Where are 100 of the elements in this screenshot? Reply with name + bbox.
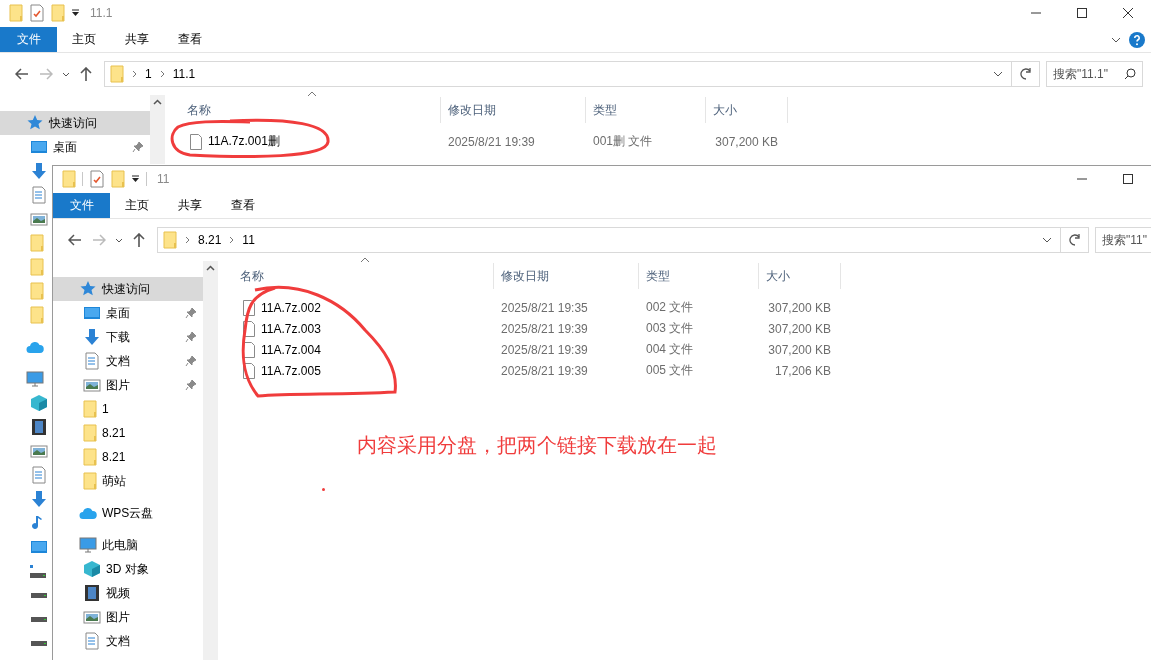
nav-item[interactable]: 1: [53, 397, 203, 421]
film-icon: [30, 418, 48, 436]
breadcrumb[interactable]: 11: [242, 233, 255, 247]
search-field[interactable]: 搜索"11.1": [1046, 61, 1143, 87]
annotation-note: 内容采用分盘，把两个链接下载放在一起: [357, 433, 717, 458]
ribbon-tab[interactable]: 共享: [163, 193, 216, 218]
drive-icon: [31, 640, 47, 646]
size-cell-text: 307,200 KB: [767, 342, 832, 357]
address-bar[interactable]: 1 11.1: [104, 61, 1012, 87]
nav-item[interactable]: 萌站: [53, 469, 203, 493]
file-name[interactable]: 11A.7z.002: [218, 299, 494, 316]
pin-icon[interactable]: [132, 141, 144, 153]
window-title: 11.1: [90, 5, 113, 20]
dropdown-icon[interactable]: [131, 174, 140, 183]
size-cell-text: 307,200 KB: [767, 321, 832, 336]
scroll-up-icon[interactable]: [206, 265, 215, 271]
nav-item[interactable]: 文档: [53, 349, 203, 373]
chevron-right-icon: [159, 70, 165, 78]
nav-item[interactable]: 桌面: [53, 301, 203, 325]
file-name[interactable]: 11A.7z.003: [218, 320, 494, 337]
column-header[interactable]: 修改日期: [494, 263, 639, 289]
maximize-icon[interactable]: [1077, 7, 1087, 18]
column-header[interactable]: 大小: [759, 263, 841, 289]
file-icon: [243, 341, 255, 358]
column-header[interactable]: 名称: [165, 97, 441, 123]
chevron-right-icon: [185, 236, 190, 244]
scrollbar[interactable]: [150, 95, 165, 164]
nav-item[interactable]: 下载: [53, 325, 203, 349]
breadcrumb[interactable]: 11.1: [172, 67, 196, 81]
pin-icon[interactable]: [185, 355, 197, 367]
nav-item[interactable]: 快速访问: [0, 111, 150, 135]
sort-caret-icon: [307, 91, 317, 97]
dropdown-icon[interactable]: [71, 8, 80, 17]
type-cell-text: 003 文件: [645, 320, 695, 337]
folder-icon: [30, 234, 44, 252]
folder-icon: [83, 400, 97, 418]
ribbon-tab[interactable]: 主页: [110, 193, 163, 218]
drive-icon: [31, 616, 47, 622]
nav-item[interactable]: WPS云盘: [53, 501, 203, 525]
pin-icon[interactable]: [185, 307, 197, 319]
refresh-button[interactable]: [1012, 61, 1040, 87]
nav-item[interactable]: 桌面: [0, 135, 150, 159]
breadcrumb[interactable]: 8.21: [198, 233, 222, 247]
ribbon-tab[interactable]: 查看: [216, 193, 269, 218]
size-cell-text: 307,200 KB: [767, 300, 832, 315]
document-icon: [30, 466, 48, 484]
cube-icon: [30, 394, 48, 412]
folder-icon: [30, 282, 44, 300]
nav-item[interactable]: 8.21: [53, 421, 203, 445]
cube-icon: [83, 560, 101, 578]
close-icon[interactable]: [1123, 7, 1133, 18]
chevron-down-icon[interactable]: [993, 71, 1003, 77]
file-name[interactable]: 11A.7z.005: [218, 362, 494, 379]
column-header[interactable]: 修改日期: [441, 97, 586, 123]
date-cell-text: 2025/8/21 19:39: [500, 342, 589, 357]
file-name[interactable]: 11A.7z.001删: [165, 133, 441, 150]
document-icon: [83, 352, 101, 370]
film-icon: [83, 584, 101, 602]
pin-icon[interactable]: [185, 331, 197, 343]
column-header[interactable]: 类型: [639, 263, 759, 289]
minimize-icon[interactable]: [1077, 177, 1087, 180]
search-field[interactable]: 搜索"11": [1095, 227, 1151, 253]
properties-icon[interactable]: [29, 3, 45, 22]
file-name[interactable]: 11A.7z.004: [218, 341, 494, 358]
address-bar[interactable]: 8.21 11: [157, 227, 1061, 253]
type-cell-text: 005 文件: [645, 362, 695, 379]
folder-icon: [163, 231, 177, 249]
column-header[interactable]: 名称: [218, 263, 494, 289]
breadcrumb[interactable]: 1: [145, 67, 152, 81]
download-icon: [30, 490, 48, 508]
nav-item[interactable]: 快速访问: [53, 277, 203, 301]
ribbon-tab[interactable]: 文件: [53, 193, 110, 218]
search-icon: [1124, 68, 1136, 80]
ribbon-tab[interactable]: 共享: [110, 27, 163, 52]
refresh-button[interactable]: [1061, 227, 1089, 253]
nav-item[interactable]: 文档: [53, 629, 203, 653]
nav-item[interactable]: 图片: [53, 373, 203, 397]
folder-icon: [83, 448, 97, 466]
nav-item[interactable]: 8.21: [53, 445, 203, 469]
help-icon[interactable]: [1129, 31, 1145, 48]
chevron-down-icon[interactable]: [1111, 36, 1121, 43]
scroll-up-icon[interactable]: [153, 99, 162, 105]
column-header[interactable]: 大小: [706, 97, 788, 123]
nav-item[interactable]: 图片: [53, 605, 203, 629]
minimize-icon[interactable]: [1031, 11, 1041, 14]
ribbon-tab[interactable]: 主页: [57, 27, 110, 52]
ribbon-tab[interactable]: 文件: [0, 27, 57, 52]
nav-item[interactable]: 此电脑: [53, 533, 203, 557]
chevron-down-icon[interactable]: [1042, 237, 1052, 243]
column-header[interactable]: 类型: [586, 97, 706, 123]
nav-item[interactable]: 视频: [53, 581, 203, 605]
drive-icon: [31, 592, 47, 598]
scrollbar[interactable]: [203, 261, 218, 660]
properties-icon[interactable]: [89, 169, 105, 188]
nav-item[interactable]: 3D 对象: [53, 557, 203, 581]
pin-icon[interactable]: [185, 379, 197, 391]
maximize-icon[interactable]: [1123, 173, 1133, 184]
ribbon-tab[interactable]: 查看: [163, 27, 216, 52]
file-icon: [243, 320, 255, 337]
new-folder-icon: [51, 3, 65, 22]
